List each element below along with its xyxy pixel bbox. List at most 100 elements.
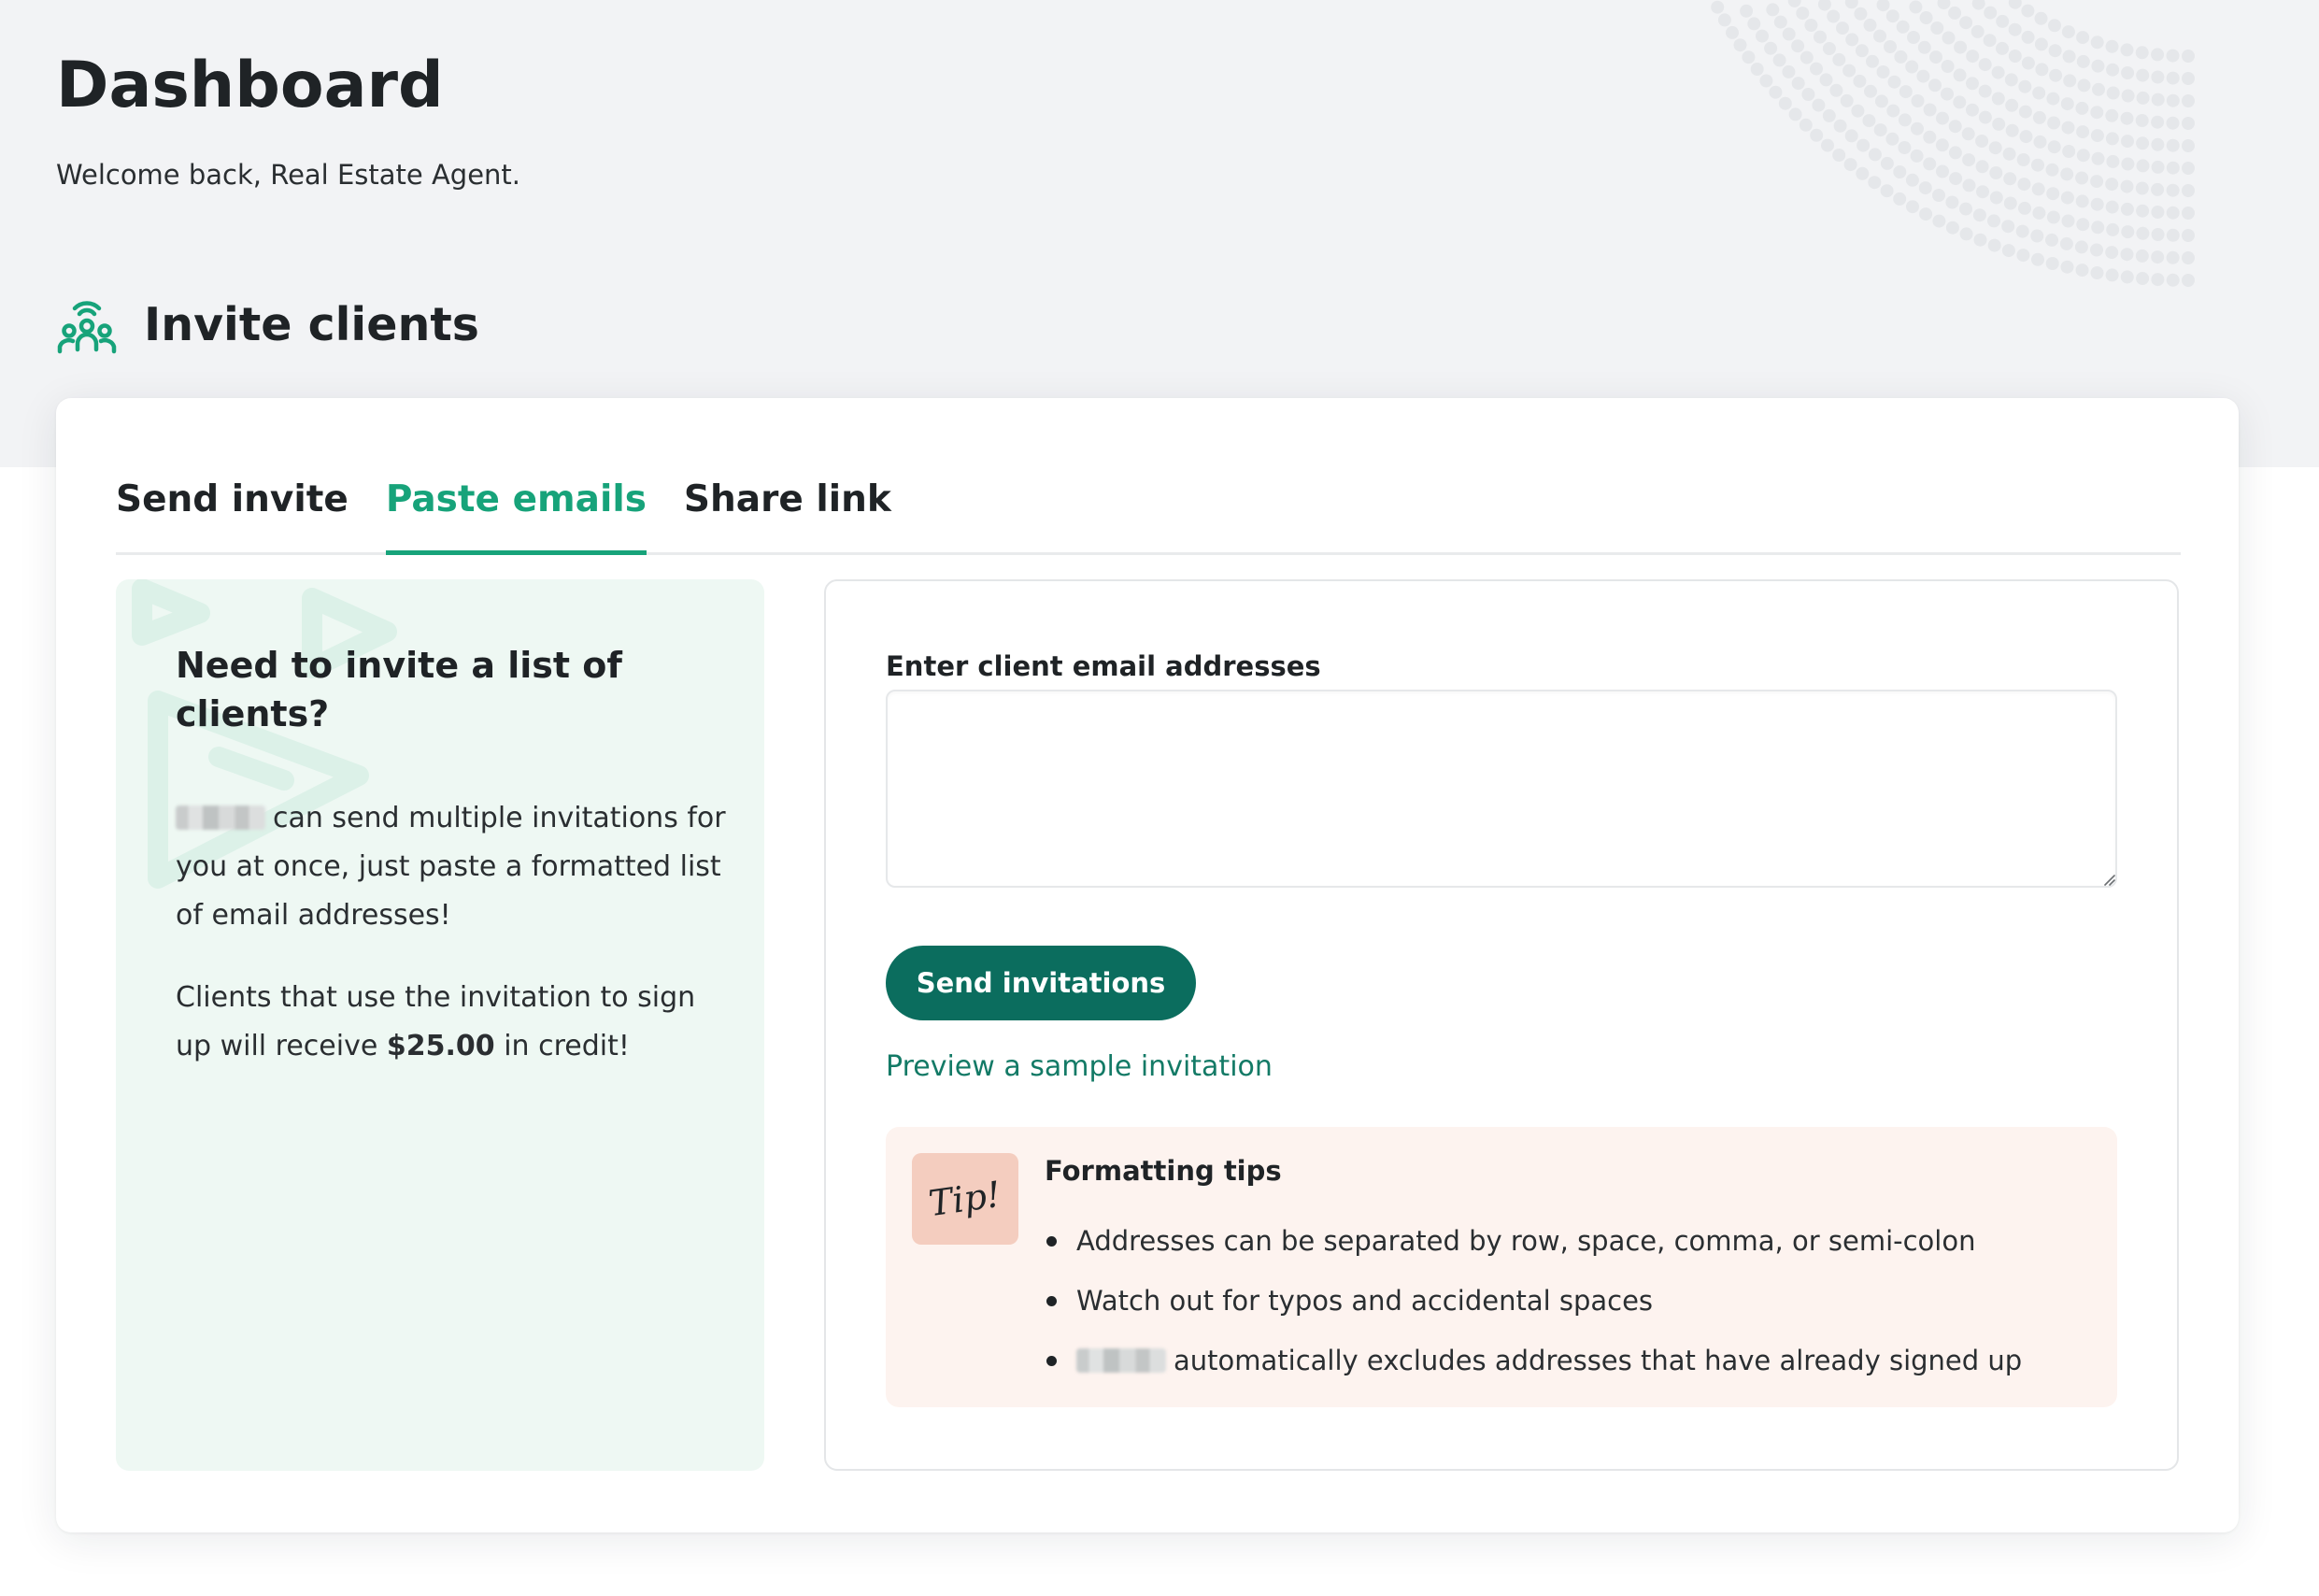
decorative-dot (2031, 158, 2044, 172)
section-title: Invite clients (144, 297, 479, 351)
decorative-dot (2151, 160, 2165, 174)
decorative-dot (2060, 97, 2074, 111)
decorative-dot (2049, 68, 2063, 82)
decorative-dot (1791, 77, 1805, 91)
decorative-dot (1854, 7, 1868, 21)
decorative-dot (2136, 272, 2150, 285)
decorative-dot (2182, 94, 2195, 107)
decorative-dot (2105, 268, 2119, 282)
decorative-dot (2048, 19, 2061, 33)
decorative-dot (1919, 207, 1933, 221)
decorative-dot (2046, 187, 2060, 201)
decorative-dot (2090, 197, 2104, 211)
decorative-dot (1759, 74, 1773, 88)
decorative-dot (2120, 43, 2134, 57)
decorative-dot (1948, 6, 1962, 20)
decorative-dot (1876, 0, 1890, 12)
decorative-dot (2105, 178, 2119, 192)
tip-badge: Tip! (912, 1153, 1018, 1245)
decorative-dot (2035, 63, 2049, 77)
decorative-dot (1788, 107, 1802, 121)
decorative-dot (1930, 21, 1944, 35)
decorative-dot (1740, 4, 1754, 18)
tab-send-invite[interactable]: Send invite (116, 454, 349, 555)
decorative-dot (2075, 264, 2089, 278)
decorative-dot (1948, 120, 1962, 134)
decorative-dot (2047, 140, 2061, 154)
decorative-dot (1991, 92, 2005, 106)
decorative-dot (2002, 147, 2016, 161)
decorative-dot (1996, 41, 2009, 55)
decorative-dot (1987, 238, 2001, 252)
decorative-dot (2120, 202, 2134, 216)
decorative-dot (1799, 118, 1813, 132)
decorative-dot (1941, 60, 1955, 73)
decorative-dot (2106, 86, 2120, 100)
decorative-dot (2021, 4, 2035, 18)
decorative-dot (2135, 249, 2149, 263)
tip-badge-label: Tip! (926, 1173, 1004, 1225)
decorative-dot (1873, 29, 1886, 43)
resize-handle-icon[interactable] (2102, 873, 2115, 886)
tab-share-link[interactable]: Share link (684, 454, 891, 555)
decorative-dot (2047, 116, 2061, 130)
decorative-dot (1880, 184, 1894, 198)
decorative-dot (2061, 121, 2075, 135)
decorative-dot (1919, 11, 1933, 24)
decorative-dot (1972, 208, 1986, 222)
decorative-dot (1885, 132, 1899, 146)
decorative-dot (1936, 111, 1949, 125)
decorative-dot (2090, 243, 2103, 257)
decorative-dot (1868, 148, 1882, 162)
decorative-dot (1966, 50, 1980, 64)
decorative-dot (2003, 172, 2017, 186)
decorative-dot (1941, 87, 1954, 101)
decorative-dot (2021, 30, 2035, 44)
credit-amount: $25.00 (386, 1030, 495, 1062)
decorative-dot (1822, 42, 1836, 55)
decorative-dot (2076, 218, 2090, 232)
decorative-dot (1916, 69, 1930, 83)
info-paragraph-multiple: can send multiple invitations for you at… (176, 794, 727, 940)
decorative-dot (1959, 16, 1973, 30)
decorative-dot (2059, 236, 2073, 250)
decorative-dot (2090, 129, 2104, 143)
decorative-dot (1966, 103, 1979, 117)
decorative-dot (2091, 59, 2105, 73)
decorative-dot (2121, 157, 2135, 171)
decorative-dot (1726, 25, 1739, 39)
email-addresses-textarea[interactable] (886, 690, 2117, 888)
decorative-dot (1853, 74, 1867, 88)
decorative-dot (1844, 0, 1858, 9)
decorative-dot (1885, 9, 1899, 23)
decorative-dot (2151, 250, 2165, 264)
decorative-dot (1937, 0, 1951, 10)
decorative-dot (2021, 56, 2035, 70)
decorative-dot (2008, 22, 2022, 36)
decorative-dot (1733, 38, 1747, 52)
decorative-dot (1876, 65, 1890, 78)
decorative-dot (1843, 158, 1857, 172)
decorative-dot (2017, 178, 2031, 192)
decorative-dot (1880, 156, 1894, 170)
send-invitations-button[interactable]: Send invitations (886, 946, 1196, 1020)
decorative-dot (2135, 181, 2149, 195)
decorative-dot (1769, 85, 1783, 99)
decorative-dot (1959, 202, 1972, 216)
decorative-dot (2016, 249, 2030, 263)
preview-sample-invitation-link[interactable]: Preview a sample invitation (886, 1050, 1273, 1083)
tab-paste-emails[interactable]: Paste emails (385, 454, 647, 555)
decorative-dot (1948, 146, 1962, 160)
decorative-dot (2001, 220, 2015, 234)
decorative-dot (2046, 92, 2060, 106)
info-panel: Need to invite a list of clients? can se… (116, 579, 764, 1471)
decorative-dot (2018, 201, 2031, 215)
decorative-dot (2166, 183, 2180, 197)
decorative-dot (1887, 75, 1901, 89)
decorative-dot (2136, 68, 2150, 82)
decorative-dot (2031, 252, 2044, 266)
decorative-dot (2182, 251, 2195, 264)
decorative-dot (2001, 244, 2015, 258)
decorative-dot (1855, 44, 1869, 58)
decorative-dot (2016, 153, 2030, 166)
